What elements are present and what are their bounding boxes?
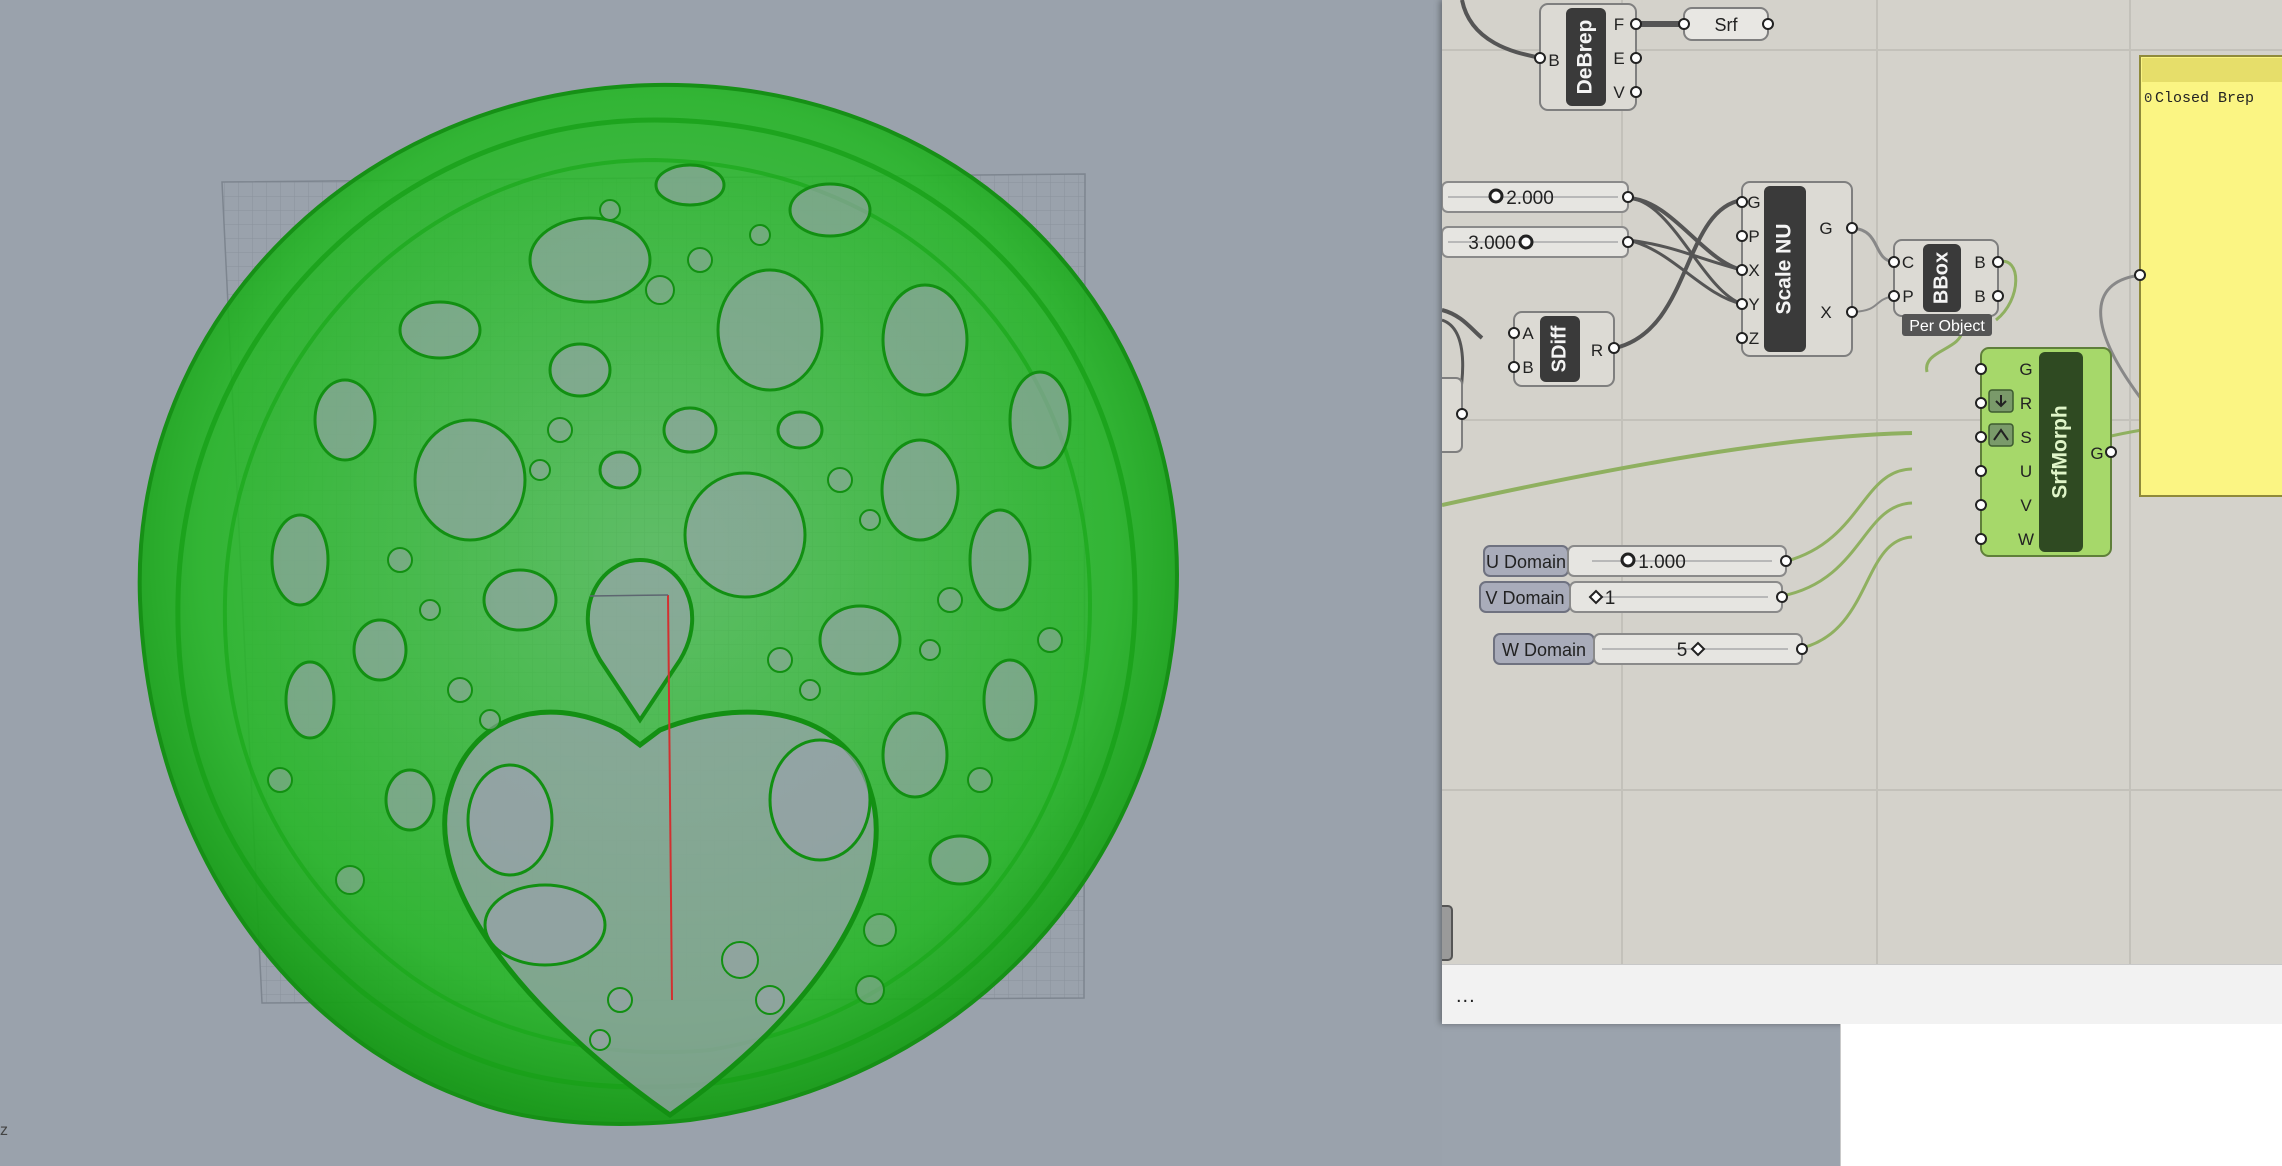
scale-nu-input-p: P	[1748, 227, 1759, 246]
sdiff-component[interactable]: SDiff A B R	[1508, 311, 1620, 387]
bbox-output-b2: B	[1974, 287, 1985, 306]
number-slider-2[interactable]: 2.000	[1442, 181, 1634, 213]
scale-nu-component[interactable]: Scale NU G P X Y Z G X	[1736, 181, 1858, 357]
srfmorph-output-g: G	[2090, 444, 2103, 463]
u-domain-slider[interactable]: U Domain 1.000	[1483, 545, 1792, 577]
u-domain-value: 1.000	[1638, 552, 1686, 573]
debrep-input-b: B	[1548, 51, 1559, 70]
srfmorph-component[interactable]: SrfMorph G R S U V W G	[1975, 347, 2117, 557]
sdiff-input-a: A	[1522, 324, 1534, 343]
scale-nu-input-y: Y	[1748, 295, 1759, 314]
w-domain-label: W Domain	[1502, 640, 1586, 660]
offscreen-component-bottom[interactable]	[1442, 905, 1453, 961]
srf-label: Srf	[1714, 15, 1738, 35]
x-axis-line	[589, 594, 669, 597]
sdiff-output-r: R	[1591, 341, 1603, 360]
panel-index: 0	[2144, 91, 2152, 107]
srfmorph-input-s: S	[2020, 428, 2031, 447]
scale-nu-input-x: X	[1748, 261, 1759, 280]
debrep-component[interactable]: DeBrep B F E V	[1534, 3, 1642, 111]
srfmorph-input-r: R	[2020, 394, 2032, 413]
w-domain-value: 5	[1677, 640, 1688, 661]
slider-handle[interactable]	[1488, 188, 1504, 204]
number-slider-3[interactable]: 3.000	[1442, 226, 1634, 258]
side-panel	[1840, 1024, 2282, 1166]
status-text: ...	[1456, 985, 1476, 1007]
reparam-icon[interactable]	[1988, 389, 2014, 413]
bbox-input-p: P	[1902, 287, 1913, 306]
scale-nu-input-z: Z	[1749, 329, 1759, 348]
debrep-output-e: E	[1613, 49, 1624, 68]
scale-nu-output-g: G	[1819, 219, 1832, 238]
srfmorph-input-v: V	[2020, 496, 2032, 515]
rhino-viewport[interactable]: z	[0, 0, 1442, 1166]
sdiff-label: SDiff	[1548, 325, 1570, 372]
v-domain-label: V Domain	[1485, 588, 1564, 608]
debrep-label: DeBrep	[1574, 20, 1597, 95]
scale-nu-label: Scale NU	[1773, 223, 1796, 314]
grasshopper-window[interactable]: DeBrep B F E V Srf 2.000 3.000 Scale NU …	[1442, 0, 2282, 1024]
bbox-input-c: C	[1902, 253, 1914, 272]
debrep-output-f: F	[1614, 15, 1624, 34]
offscreen-component[interactable]	[1442, 377, 1468, 453]
srfmorph-input-w: W	[2018, 530, 2034, 549]
slider-handle[interactable]	[1518, 234, 1534, 250]
debrep-output-v: V	[1613, 83, 1625, 102]
slider-2-value: 2.000	[1506, 188, 1554, 209]
status-bar: ...	[1442, 964, 2282, 1024]
slider-handle[interactable]	[1620, 552, 1636, 568]
scale-nu-output-x: X	[1820, 303, 1831, 322]
axis-label: z	[0, 1122, 8, 1139]
grasshopper-canvas[interactable]: DeBrep B F E V Srf 2.000 3.000 Scale NU …	[1442, 0, 2282, 964]
viewport-scene	[137, 82, 1179, 1126]
scale-nu-input-g: G	[1747, 193, 1760, 212]
srfmorph-input-g: G	[2019, 360, 2032, 379]
u-domain-label: U Domain	[1486, 552, 1566, 572]
bbox-caption: Per Object	[1909, 318, 1985, 335]
srfmorph-input-u: U	[2020, 462, 2032, 481]
srf-parameter[interactable]: Srf	[1678, 7, 1774, 41]
v-domain-value: 1	[1605, 588, 1616, 609]
panel-text: Closed Brep	[2155, 90, 2254, 107]
bbox-output-b1: B	[1974, 253, 1985, 272]
slider-3-value: 3.000	[1468, 233, 1516, 254]
v-domain-slider[interactable]: V Domain 1	[1479, 581, 1788, 613]
bbox-component[interactable]: BBox C P B B Per Object	[1888, 239, 2004, 336]
sdiff-input-b: B	[1522, 358, 1533, 377]
panel-closed-brep[interactable]: 0 Closed Brep	[2134, 55, 2282, 497]
srfmorph-label: SrfMorph	[2049, 405, 2072, 498]
flip-icon[interactable]	[1988, 423, 2014, 447]
bbox-label: BBox	[1930, 252, 1952, 304]
w-domain-slider[interactable]: W Domain 5	[1493, 633, 1808, 665]
